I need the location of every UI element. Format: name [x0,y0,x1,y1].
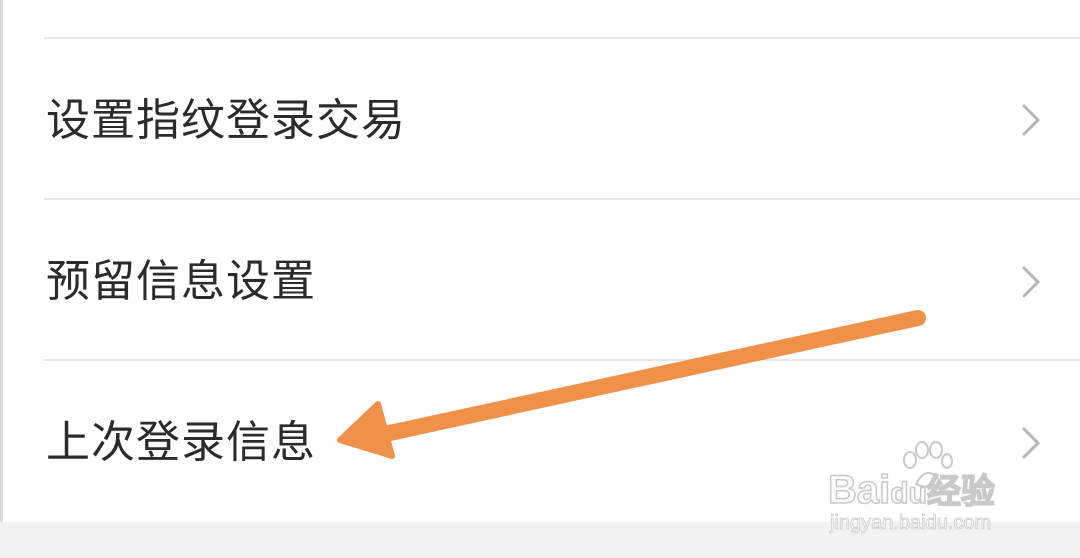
settings-item-last-login-info[interactable]: 上次登录信息 [0,361,1080,521]
settings-item-label: 设置指纹登录交易 [46,95,406,146]
settings-item-label: 上次登录信息 [46,417,316,468]
settings-item-label: 预留信息设置 [46,256,316,307]
chevron-right-icon [1022,104,1040,136]
settings-item-fingerprint-login[interactable]: 设置指纹登录交易 [0,38,1080,198]
chevron-right-icon [1022,266,1040,298]
chevron-right-icon [1022,427,1040,459]
settings-item-reserved-info[interactable]: 预留信息设置 [0,200,1080,360]
settings-screen: 设置指纹登录交易 预留信息设置 上次登录信息 Baidu经验 jingyan.b… [0,0,1080,558]
footer-band [0,522,1080,558]
